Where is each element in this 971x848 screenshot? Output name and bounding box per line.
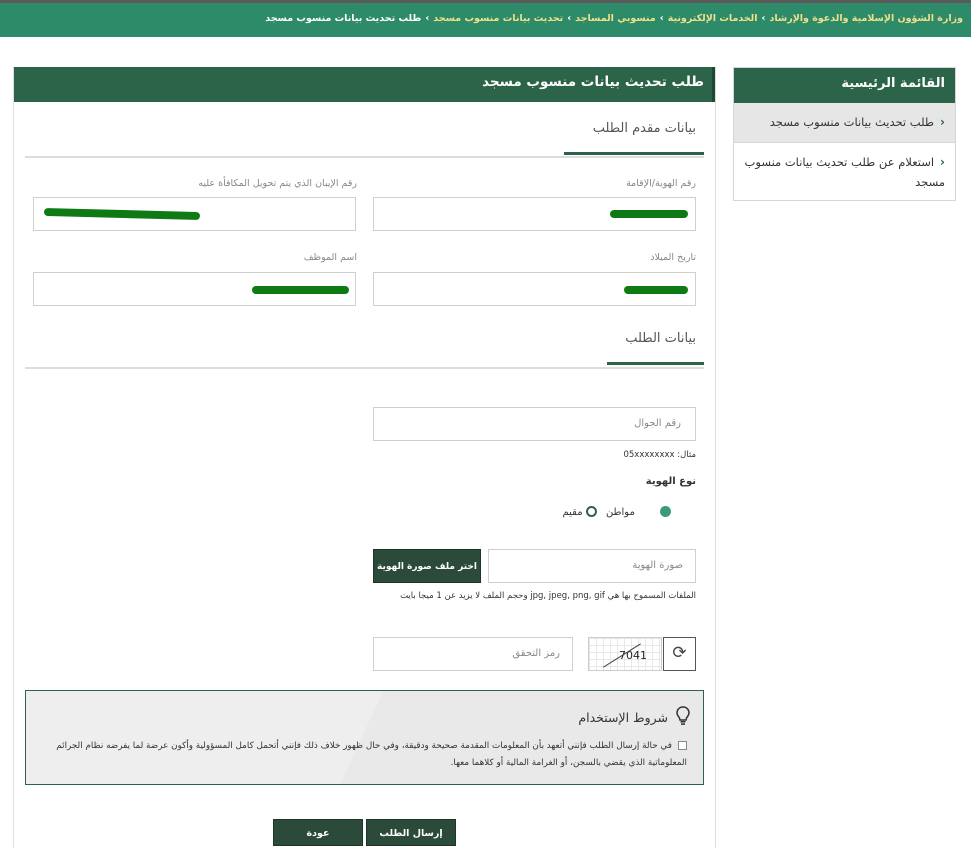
sidebar-menu: القائمة الرئيسية ‹ طلب تحديث بيانات منسوب… xyxy=(733,67,956,201)
top-bar: وزارة الشؤون الإسلامية والدعوة والإرشاد›… xyxy=(0,0,971,37)
refresh-icon: ⟳ xyxy=(672,643,687,663)
lightbulb-icon xyxy=(676,706,690,725)
terms-text: في حالة إرسال الطلب فإنني أتعهد بأن المع… xyxy=(56,741,687,768)
chevron-left-icon: ‹ xyxy=(940,155,945,169)
sidebar-item-update-request[interactable]: ‹ طلب تحديث بيانات منسوب مسجد xyxy=(734,103,955,143)
section-accent xyxy=(607,362,704,365)
mobile-input[interactable]: رقم الجوال xyxy=(373,407,696,441)
terms-text-block: في حالة إرسال الطلب فإنني أتعهد بأن المع… xyxy=(47,738,687,772)
redaction-mark xyxy=(610,210,688,218)
section-divider xyxy=(25,156,704,158)
sidebar-item-label: استعلام عن طلب تحديث بيانات منسوب مسجد xyxy=(744,155,945,189)
iban-label: رقم الإيبان الذي يتم تحويل المكافأة عليه xyxy=(198,178,357,189)
birth-date-label: تاريخ الميلاد xyxy=(650,252,696,263)
applicant-section-title: بيانات مقدم الطلب xyxy=(592,121,696,136)
radio-unselected-icon xyxy=(585,506,597,517)
choose-file-button[interactable]: اختر ملف صورة الهوية xyxy=(373,549,481,583)
radio-citizen[interactable]: مواطن xyxy=(605,506,671,518)
breadcrumb-current: طلب تحديث بيانات منسوب مسجد xyxy=(265,13,422,24)
captcha-text: 7041 xyxy=(619,649,647,662)
radio-selected-icon xyxy=(660,506,671,517)
redaction-mark xyxy=(624,286,688,294)
breadcrumb: وزارة الشؤون الإسلامية والدعوة والإرشاد›… xyxy=(265,13,963,24)
id-type-label: نوع الهوية xyxy=(645,476,696,487)
terms-checkbox[interactable] xyxy=(678,741,687,750)
terms-box: شروط الإستخدام في حالة إرسال الطلب فإنني… xyxy=(25,690,704,785)
breadcrumb-separator: › xyxy=(425,13,430,24)
breadcrumb-separator: › xyxy=(567,13,572,24)
page-title: طلب تحديث بيانات منسوب مسجد xyxy=(14,67,715,102)
sidebar-item-label: طلب تحديث بيانات منسوب مسجد xyxy=(769,115,935,129)
section-divider xyxy=(25,367,704,369)
mobile-placeholder: رقم الجوال xyxy=(634,418,681,429)
id-image-input[interactable]: صورة الهوية xyxy=(488,549,696,583)
breadcrumb-link-mosque-staff[interactable]: منسوبي المساجد xyxy=(575,13,656,24)
submit-button[interactable]: إرسال الطلب xyxy=(366,819,456,846)
breadcrumb-link-eservices[interactable]: الخدمات الإلكترونية xyxy=(668,13,758,24)
refresh-captcha-button[interactable]: ⟳ xyxy=(663,637,696,671)
file-hint: الملفات المسموح بها هي jpg, jpeg, png, g… xyxy=(400,591,696,601)
breadcrumb-separator: › xyxy=(761,13,766,24)
terms-title: شروط الإستخدام xyxy=(578,710,668,725)
id-type-radio-group: مواطن مقيم xyxy=(562,506,671,518)
captcha-placeholder: رمز التحقق xyxy=(512,648,560,659)
chevron-left-icon: ‹ xyxy=(940,115,945,129)
captcha-input[interactable]: رمز التحقق xyxy=(373,637,573,671)
employee-name-label: اسم الموظف xyxy=(303,252,357,263)
radio-citizen-label: مواطن xyxy=(605,506,635,518)
redaction-mark xyxy=(252,286,349,294)
breadcrumb-separator: › xyxy=(659,13,664,24)
section-accent xyxy=(564,152,704,155)
sidebar-item-inquiry[interactable]: ‹استعلام عن طلب تحديث بيانات منسوب مسجد xyxy=(734,143,955,200)
request-section-title: بيانات الطلب xyxy=(625,331,696,346)
radio-resident-label: مقيم xyxy=(562,506,583,518)
radio-resident[interactable]: مقيم xyxy=(562,506,597,518)
id-number-label: رقم الهوية/الإقامة xyxy=(626,178,696,189)
mobile-hint: مثال: 05xxxxxxxx xyxy=(623,450,696,460)
breadcrumb-link-update-data[interactable]: تحديث بيانات منسوب مسجد xyxy=(433,13,563,24)
sidebar-title: القائمة الرئيسية xyxy=(734,68,955,103)
breadcrumb-link-ministry[interactable]: وزارة الشؤون الإسلامية والدعوة والإرشاد xyxy=(769,13,963,24)
id-image-placeholder: صورة الهوية xyxy=(632,560,683,571)
back-button[interactable]: عودة xyxy=(273,819,363,846)
